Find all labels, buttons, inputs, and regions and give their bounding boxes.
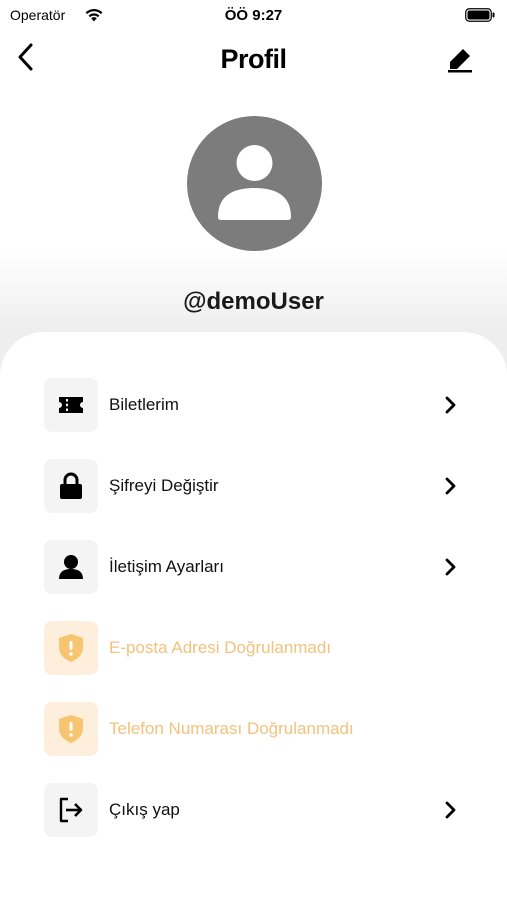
profile-screen: Operatör ÖÖ 9:27 Profil @demoUser Biletl… (0, 0, 507, 900)
chevron-right-icon (438, 393, 462, 417)
icon-box (44, 621, 98, 675)
shield-warning-icon (59, 715, 83, 743)
username-label: @demoUser (183, 288, 324, 315)
chevron-right-icon (438, 798, 462, 822)
menu-item-label: Biletlerim (109, 395, 179, 414)
menu-item-label: İletişim Ayarları (109, 557, 224, 576)
lock-icon (60, 472, 82, 499)
page-title: Profil (220, 44, 287, 74)
logout-icon (59, 797, 83, 823)
menu-item-label: Telefon Numarası Doğrulanmadı (109, 719, 354, 738)
menu-item-label: Çıkış yap (109, 800, 180, 819)
shield-warning-icon (59, 634, 83, 662)
menu-item-email-unverified[interactable]: E-posta Adresi Doğrulanmadı (44, 620, 484, 676)
icon-box (44, 783, 98, 837)
edit-button[interactable] (445, 44, 475, 74)
menu-item-logout[interactable]: Çıkış yap (44, 782, 484, 838)
status-time: ÖÖ 9:27 (224, 7, 283, 24)
menu-item-phone-unverified[interactable]: Telefon Numarası Doğrulanmadı (44, 701, 484, 757)
ticket-icon (59, 397, 83, 413)
icon-box (44, 702, 98, 756)
icon-box (44, 540, 98, 594)
menu-card: Biletlerim Şifreyi Değiştir İletişim Aya… (0, 332, 507, 900)
person-silhouette-icon (218, 145, 291, 220)
menu-item-label: E-posta Adresi Doğrulanmadı (109, 638, 332, 657)
menu-item-label: Şifreyi Değiştir (109, 476, 219, 495)
pencil-icon (448, 49, 472, 73)
menu-item-tickets[interactable]: Biletlerim (44, 377, 484, 433)
chevron-right-icon (438, 555, 462, 579)
status-bar: Operatör ÖÖ 9:27 (0, 0, 507, 30)
icon-box (44, 378, 98, 432)
menu-item-contact-settings[interactable]: İletişim Ayarları (44, 539, 484, 595)
menu-item-change-password[interactable]: Şifreyi Değiştir (44, 458, 484, 514)
person-icon (59, 555, 83, 579)
chevron-right-icon (438, 474, 462, 498)
icon-box (44, 459, 98, 513)
battery-icon (465, 8, 495, 22)
avatar[interactable] (187, 116, 322, 251)
